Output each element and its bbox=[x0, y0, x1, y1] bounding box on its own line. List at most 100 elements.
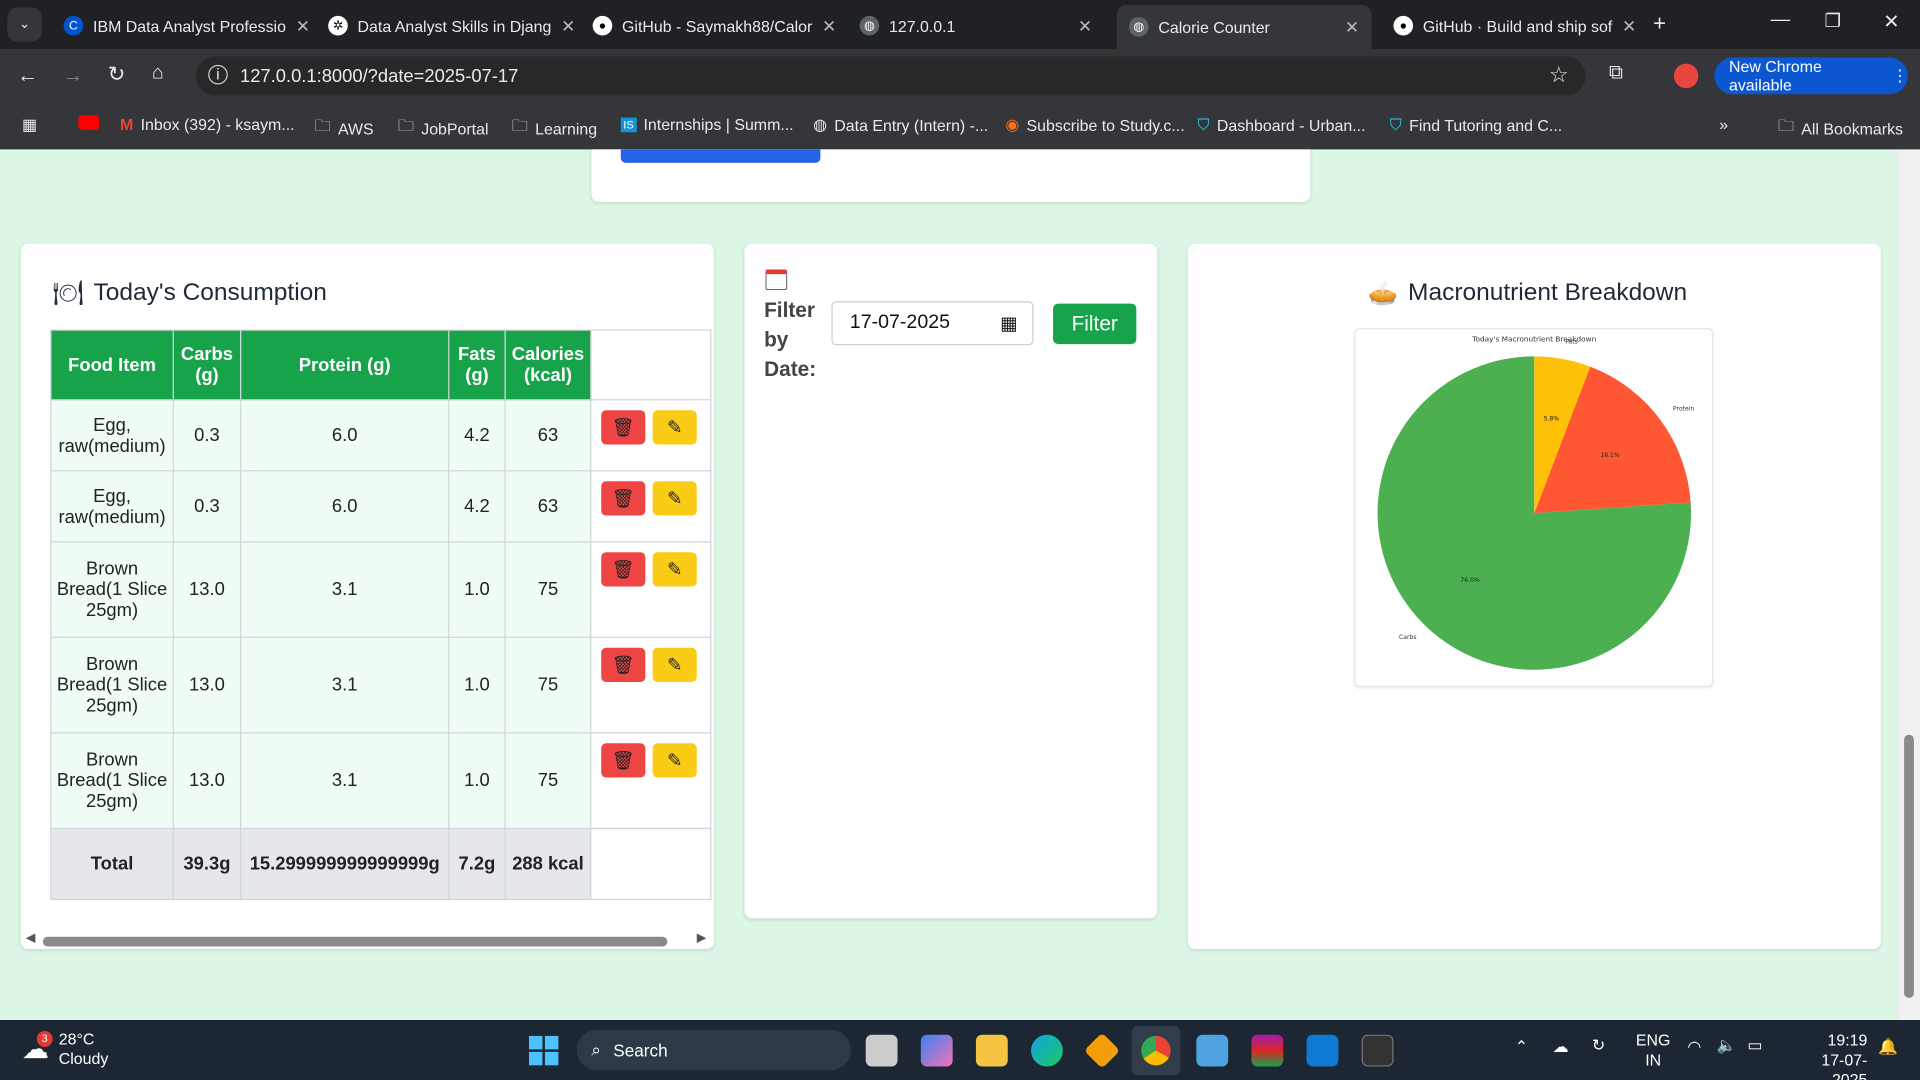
add-food-card: Add Custom Food bbox=[591, 149, 1311, 203]
delete-button[interactable]: 🗑 bbox=[601, 552, 646, 587]
terminal-icon[interactable] bbox=[1361, 1034, 1394, 1067]
clock[interactable]: 19:19 17-07-2025 bbox=[1788, 1031, 1867, 1080]
all-bookmarks[interactable]: 🗀 All Bookmarks bbox=[1778, 115, 1903, 142]
apps-icon[interactable]: ▦ bbox=[22, 115, 37, 135]
tab[interactable]: ● GitHub - Saymakh88/Calor ✕ bbox=[580, 7, 837, 44]
bookmark-item[interactable]: ◉ Subscribe to Study.c... bbox=[1005, 115, 1184, 135]
total-fats: 7.2g bbox=[448, 827, 506, 901]
date-input[interactable]: 17-07-2025 ▦ bbox=[831, 301, 1034, 346]
cell-fats: 1.0 bbox=[448, 541, 506, 638]
profile-avatar[interactable] bbox=[1673, 63, 1699, 89]
task-view-icon[interactable] bbox=[865, 1034, 898, 1067]
git-icon[interactable] bbox=[1084, 1032, 1121, 1069]
header-fats: Fats (g) bbox=[448, 329, 506, 401]
bookmark-item[interactable]: ◍ Data Entry (Intern) -... bbox=[813, 115, 988, 135]
tray-chevron-icon[interactable]: ⌃ bbox=[1515, 1037, 1528, 1057]
forward-button[interactable]: → bbox=[62, 64, 83, 88]
edit-button[interactable]: ✎ bbox=[652, 481, 697, 516]
copilot-icon[interactable] bbox=[920, 1034, 953, 1067]
close-tab-icon[interactable]: ✕ bbox=[1345, 17, 1359, 38]
shield-icon: ⛉ bbox=[1389, 115, 1402, 134]
edge-icon[interactable] bbox=[1031, 1034, 1063, 1067]
close-tab-icon[interactable]: ✕ bbox=[1078, 15, 1092, 36]
cell-food: Brown Bread(1 Slice 25gm) bbox=[50, 732, 174, 829]
delete-button[interactable]: 🗑 bbox=[601, 647, 646, 683]
delete-button[interactable]: 🗑 bbox=[601, 481, 646, 516]
bookmark-item[interactable]: ⛉ Find Tutoring and C... bbox=[1390, 115, 1562, 135]
shield-icon: ⛉ bbox=[1197, 115, 1210, 134]
edit-button[interactable]: ✎ bbox=[652, 410, 697, 445]
battery-icon[interactable]: ▭ bbox=[1747, 1036, 1762, 1056]
winrar-icon[interactable] bbox=[1251, 1034, 1284, 1067]
sync-icon[interactable]: ↻ bbox=[1592, 1036, 1605, 1056]
close-window-button[interactable]: ✕ bbox=[1883, 10, 1899, 34]
pencil-icon: ✎ bbox=[666, 655, 683, 676]
volume-icon[interactable]: 🔈 bbox=[1717, 1036, 1737, 1056]
tab-active[interactable]: ◍ Calorie Counter ✕ bbox=[1116, 4, 1372, 49]
row-actions: 🗑 ✎ bbox=[590, 541, 712, 638]
file-explorer-icon[interactable] bbox=[975, 1034, 1008, 1067]
bookmark-item[interactable]: 🗀 JobPortal bbox=[398, 115, 489, 142]
back-button[interactable]: ← bbox=[17, 64, 38, 88]
edit-button[interactable]: ✎ bbox=[652, 743, 697, 778]
tab[interactable]: ✲Data Analyst Skills in Djang✕ bbox=[316, 7, 573, 44]
bookmark-item[interactable]: IS Internships | Summ... bbox=[620, 115, 794, 133]
weather-widget[interactable]: ☁ 3 28°C Cloudy bbox=[22, 1030, 108, 1069]
restore-button[interactable]: ❐ bbox=[1825, 10, 1841, 32]
reload-button[interactable]: ↻ bbox=[108, 62, 125, 86]
close-tab-icon[interactable]: ✕ bbox=[561, 15, 573, 36]
filter-button[interactable]: Filter bbox=[1053, 303, 1137, 345]
vscode-icon[interactable] bbox=[1306, 1034, 1339, 1067]
horizontal-scrollbar[interactable]: ◀ ▶ bbox=[23, 932, 711, 949]
more-bookmarks-icon[interactable]: » bbox=[1719, 115, 1728, 133]
bookmark-item[interactable]: 🗀 AWS bbox=[315, 115, 374, 142]
language-indicator[interactable]: ENG IN bbox=[1636, 1031, 1670, 1070]
tab[interactable]: ◍ 127.0.0.1 ✕ bbox=[847, 7, 1104, 44]
delete-button[interactable]: 🗑 bbox=[601, 410, 646, 445]
coursera-icon: C bbox=[63, 15, 84, 36]
cell-carbs: 13.0 bbox=[172, 636, 242, 734]
wifi-icon[interactable]: ◠ bbox=[1687, 1037, 1701, 1057]
close-tab-icon[interactable]: ✕ bbox=[1622, 15, 1636, 36]
bookmark-item[interactable]: 🗀 Learning bbox=[512, 115, 597, 142]
trash-icon: 🗑 bbox=[611, 750, 635, 772]
new-chrome-available-button[interactable]: New Chrome available ⋮ bbox=[1714, 57, 1908, 95]
slice-pct-protein: 18.1% bbox=[1600, 452, 1620, 459]
site-info-icon[interactable]: i bbox=[208, 64, 228, 85]
close-tab-icon[interactable]: ✕ bbox=[822, 15, 836, 36]
tab[interactable]: ● GitHub · Build and ship sof ✕ bbox=[1381, 7, 1638, 44]
taskbar-search[interactable]: ⌕ Search bbox=[576, 1029, 852, 1071]
home-button[interactable]: ⌂ bbox=[152, 62, 164, 84]
chrome-taskbar-button[interactable] bbox=[1131, 1026, 1181, 1076]
edit-button[interactable]: ✎ bbox=[652, 647, 697, 683]
edit-button[interactable]: ✎ bbox=[652, 552, 697, 587]
tab-search-button[interactable]: ⌄ bbox=[7, 7, 42, 42]
bookmark-youtube[interactable] bbox=[78, 115, 100, 130]
address-bar[interactable]: i 127.0.0.1:8000/?date=2025-07-17 ☆ bbox=[195, 56, 1586, 96]
onedrive-icon[interactable]: ☁ bbox=[1553, 1037, 1569, 1057]
close-tab-icon[interactable]: ✕ bbox=[296, 15, 309, 36]
table-row: Brown Bread(1 Slice 25gm) 13.0 3.1 1.0 75 🗑 ✎ bbox=[50, 732, 712, 829]
tab[interactable]: CIBM Data Analyst Professio✕ bbox=[51, 7, 309, 44]
minimize-button[interactable]: — bbox=[1771, 10, 1791, 32]
page-content: Add Custom Food 🍽Today's Consumption Foo… bbox=[0, 149, 1898, 1021]
add-custom-food-button[interactable]: Add Custom Food bbox=[620, 149, 821, 163]
notifications-icon[interactable]: 🔔 bbox=[1878, 1037, 1898, 1057]
vertical-scrollbar[interactable] bbox=[1897, 149, 1920, 1021]
bookmark-item[interactable]: M Inbox (392) - ksaym... bbox=[120, 115, 295, 133]
new-tab-button[interactable]: + bbox=[1653, 11, 1666, 37]
notepad-icon[interactable] bbox=[1196, 1034, 1229, 1067]
bookmarks-bar: ▦ M Inbox (392) - ksaym... 🗀 AWS 🗀 JobPorta… bbox=[0, 100, 1920, 150]
extensions-icon[interactable]: ⧉ bbox=[1609, 62, 1623, 84]
calendar-picker-icon[interactable]: ▦ bbox=[1000, 312, 1017, 334]
macronutrient-card: 🥧 Macronutrient Breakdown Carbs 76.0% Prote… bbox=[1187, 243, 1881, 949]
consumption-table: Food Item Carbs (g) Protein (g) Fats (g)… bbox=[50, 329, 712, 901]
bookmark-star-icon[interactable]: ☆ bbox=[1549, 62, 1569, 88]
delete-button[interactable]: 🗑 bbox=[601, 743, 646, 778]
bookmark-item[interactable]: ⛉ Dashboard - Urban... bbox=[1198, 115, 1366, 135]
circle-icon: ◉ bbox=[1005, 115, 1020, 134]
globe-icon: ◍ bbox=[1128, 17, 1149, 37]
start-button[interactable] bbox=[528, 1035, 559, 1066]
cell-protein: 3.1 bbox=[240, 541, 450, 638]
pencil-icon: ✎ bbox=[666, 417, 683, 439]
